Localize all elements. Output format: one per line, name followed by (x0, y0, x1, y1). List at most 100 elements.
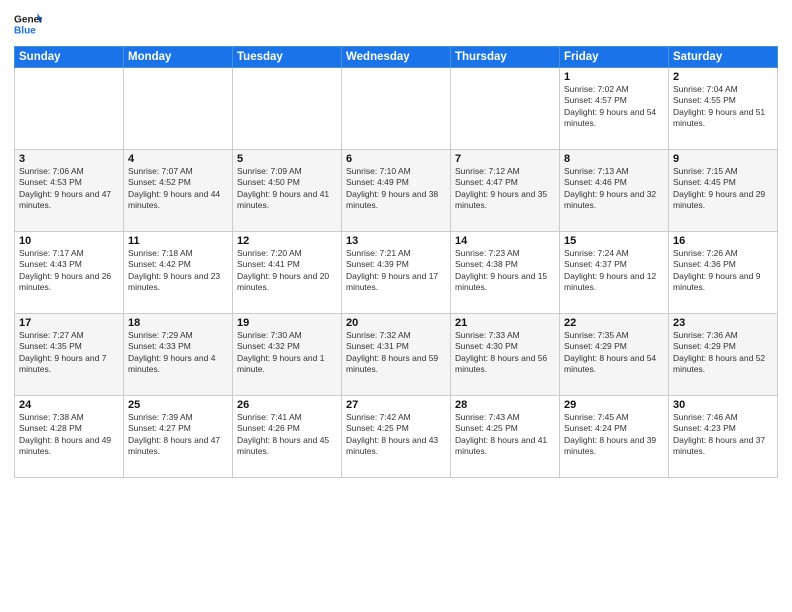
day-cell: 20Sunrise: 7:32 AMSunset: 4:31 PMDayligh… (342, 314, 451, 396)
day-cell: 5Sunrise: 7:09 AMSunset: 4:50 PMDaylight… (233, 150, 342, 232)
col-header-thursday: Thursday (451, 47, 560, 68)
day-info: Sunrise: 7:26 AMSunset: 4:36 PMDaylight:… (673, 248, 773, 294)
day-cell (15, 68, 124, 150)
day-number: 1 (564, 71, 664, 83)
day-cell: 13Sunrise: 7:21 AMSunset: 4:39 PMDayligh… (342, 232, 451, 314)
day-number: 19 (237, 317, 337, 329)
calendar: SundayMondayTuesdayWednesdayThursdayFrid… (14, 46, 778, 478)
day-number: 10 (19, 235, 119, 247)
day-cell: 28Sunrise: 7:43 AMSunset: 4:25 PMDayligh… (451, 396, 560, 478)
col-header-tuesday: Tuesday (233, 47, 342, 68)
day-number: 17 (19, 317, 119, 329)
day-info: Sunrise: 7:13 AMSunset: 4:46 PMDaylight:… (564, 166, 664, 212)
week-row-2: 3Sunrise: 7:06 AMSunset: 4:53 PMDaylight… (15, 150, 778, 232)
day-info: Sunrise: 7:30 AMSunset: 4:32 PMDaylight:… (237, 330, 337, 376)
day-info: Sunrise: 7:33 AMSunset: 4:30 PMDaylight:… (455, 330, 555, 376)
day-number: 5 (237, 153, 337, 165)
day-number: 4 (128, 153, 228, 165)
day-cell: 7Sunrise: 7:12 AMSunset: 4:47 PMDaylight… (451, 150, 560, 232)
day-cell: 4Sunrise: 7:07 AMSunset: 4:52 PMDaylight… (124, 150, 233, 232)
day-cell: 30Sunrise: 7:46 AMSunset: 4:23 PMDayligh… (669, 396, 778, 478)
day-number: 23 (673, 317, 773, 329)
day-info: Sunrise: 7:36 AMSunset: 4:29 PMDaylight:… (673, 330, 773, 376)
logo: General Blue (14, 10, 48, 38)
col-header-saturday: Saturday (669, 47, 778, 68)
day-number: 14 (455, 235, 555, 247)
day-number: 20 (346, 317, 446, 329)
col-header-wednesday: Wednesday (342, 47, 451, 68)
day-number: 28 (455, 399, 555, 411)
logo-icon: General Blue (14, 10, 42, 38)
week-row-4: 17Sunrise: 7:27 AMSunset: 4:35 PMDayligh… (15, 314, 778, 396)
day-cell: 21Sunrise: 7:33 AMSunset: 4:30 PMDayligh… (451, 314, 560, 396)
day-info: Sunrise: 7:41 AMSunset: 4:26 PMDaylight:… (237, 412, 337, 458)
day-number: 24 (19, 399, 119, 411)
day-number: 2 (673, 71, 773, 83)
day-cell: 2Sunrise: 7:04 AMSunset: 4:55 PMDaylight… (669, 68, 778, 150)
svg-text:Blue: Blue (14, 25, 36, 36)
col-header-monday: Monday (124, 47, 233, 68)
day-cell: 18Sunrise: 7:29 AMSunset: 4:33 PMDayligh… (124, 314, 233, 396)
col-header-friday: Friday (560, 47, 669, 68)
day-number: 3 (19, 153, 119, 165)
day-info: Sunrise: 7:38 AMSunset: 4:28 PMDaylight:… (19, 412, 119, 458)
day-number: 8 (564, 153, 664, 165)
day-info: Sunrise: 7:02 AMSunset: 4:57 PMDaylight:… (564, 84, 664, 130)
day-info: Sunrise: 7:24 AMSunset: 4:37 PMDaylight:… (564, 248, 664, 294)
day-info: Sunrise: 7:07 AMSunset: 4:52 PMDaylight:… (128, 166, 228, 212)
day-cell: 14Sunrise: 7:23 AMSunset: 4:38 PMDayligh… (451, 232, 560, 314)
week-row-1: 1Sunrise: 7:02 AMSunset: 4:57 PMDaylight… (15, 68, 778, 150)
day-info: Sunrise: 7:32 AMSunset: 4:31 PMDaylight:… (346, 330, 446, 376)
day-cell: 11Sunrise: 7:18 AMSunset: 4:42 PMDayligh… (124, 232, 233, 314)
day-number: 29 (564, 399, 664, 411)
day-info: Sunrise: 7:09 AMSunset: 4:50 PMDaylight:… (237, 166, 337, 212)
day-info: Sunrise: 7:42 AMSunset: 4:25 PMDaylight:… (346, 412, 446, 458)
day-cell: 8Sunrise: 7:13 AMSunset: 4:46 PMDaylight… (560, 150, 669, 232)
day-cell: 17Sunrise: 7:27 AMSunset: 4:35 PMDayligh… (15, 314, 124, 396)
day-number: 25 (128, 399, 228, 411)
day-number: 9 (673, 153, 773, 165)
day-cell (342, 68, 451, 150)
day-number: 18 (128, 317, 228, 329)
day-cell (124, 68, 233, 150)
day-info: Sunrise: 7:04 AMSunset: 4:55 PMDaylight:… (673, 84, 773, 130)
day-number: 16 (673, 235, 773, 247)
day-cell: 24Sunrise: 7:38 AMSunset: 4:28 PMDayligh… (15, 396, 124, 478)
col-header-sunday: Sunday (15, 47, 124, 68)
day-number: 15 (564, 235, 664, 247)
day-info: Sunrise: 7:21 AMSunset: 4:39 PMDaylight:… (346, 248, 446, 294)
day-cell: 15Sunrise: 7:24 AMSunset: 4:37 PMDayligh… (560, 232, 669, 314)
day-info: Sunrise: 7:17 AMSunset: 4:43 PMDaylight:… (19, 248, 119, 294)
day-number: 6 (346, 153, 446, 165)
day-cell: 23Sunrise: 7:36 AMSunset: 4:29 PMDayligh… (669, 314, 778, 396)
day-cell: 29Sunrise: 7:45 AMSunset: 4:24 PMDayligh… (560, 396, 669, 478)
day-info: Sunrise: 7:10 AMSunset: 4:49 PMDaylight:… (346, 166, 446, 212)
day-info: Sunrise: 7:12 AMSunset: 4:47 PMDaylight:… (455, 166, 555, 212)
day-number: 26 (237, 399, 337, 411)
week-row-3: 10Sunrise: 7:17 AMSunset: 4:43 PMDayligh… (15, 232, 778, 314)
day-number: 12 (237, 235, 337, 247)
day-number: 7 (455, 153, 555, 165)
day-info: Sunrise: 7:15 AMSunset: 4:45 PMDaylight:… (673, 166, 773, 212)
day-cell: 27Sunrise: 7:42 AMSunset: 4:25 PMDayligh… (342, 396, 451, 478)
day-number: 30 (673, 399, 773, 411)
day-cell: 25Sunrise: 7:39 AMSunset: 4:27 PMDayligh… (124, 396, 233, 478)
day-cell: 1Sunrise: 7:02 AMSunset: 4:57 PMDaylight… (560, 68, 669, 150)
day-cell: 19Sunrise: 7:30 AMSunset: 4:32 PMDayligh… (233, 314, 342, 396)
day-number: 22 (564, 317, 664, 329)
day-number: 11 (128, 235, 228, 247)
day-cell: 26Sunrise: 7:41 AMSunset: 4:26 PMDayligh… (233, 396, 342, 478)
day-info: Sunrise: 7:35 AMSunset: 4:29 PMDaylight:… (564, 330, 664, 376)
week-row-5: 24Sunrise: 7:38 AMSunset: 4:28 PMDayligh… (15, 396, 778, 478)
day-info: Sunrise: 7:46 AMSunset: 4:23 PMDaylight:… (673, 412, 773, 458)
header: General Blue (14, 10, 778, 38)
day-cell: 16Sunrise: 7:26 AMSunset: 4:36 PMDayligh… (669, 232, 778, 314)
day-number: 27 (346, 399, 446, 411)
day-cell: 22Sunrise: 7:35 AMSunset: 4:29 PMDayligh… (560, 314, 669, 396)
day-info: Sunrise: 7:45 AMSunset: 4:24 PMDaylight:… (564, 412, 664, 458)
day-info: Sunrise: 7:27 AMSunset: 4:35 PMDaylight:… (19, 330, 119, 376)
day-info: Sunrise: 7:06 AMSunset: 4:53 PMDaylight:… (19, 166, 119, 212)
day-number: 13 (346, 235, 446, 247)
day-info: Sunrise: 7:39 AMSunset: 4:27 PMDaylight:… (128, 412, 228, 458)
day-cell: 3Sunrise: 7:06 AMSunset: 4:53 PMDaylight… (15, 150, 124, 232)
